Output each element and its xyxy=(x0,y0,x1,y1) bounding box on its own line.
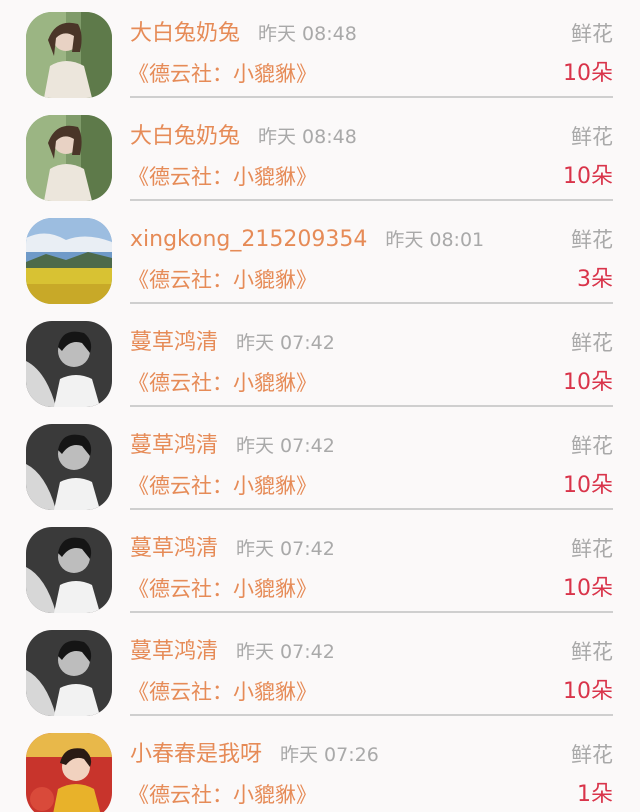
show-title: 《德云社：小貔貅》 xyxy=(128,268,317,292)
show-title: 《德云社：小貔貅》 xyxy=(128,62,317,86)
gift-type: 鲜花 xyxy=(571,22,613,46)
list-item[interactable]: 蔓草鸿清 昨天 07:42 鲜花 《德云社：小貔貅》 10朵 xyxy=(0,618,640,721)
timestamp: 昨天 08:01 xyxy=(385,229,485,251)
timestamp: 昨天 07:42 xyxy=(236,435,335,457)
gift-count: 10朵 xyxy=(563,679,613,704)
gift-count: 10朵 xyxy=(563,164,613,189)
timestamp: 昨天 07:26 xyxy=(280,744,379,766)
timestamp: 昨天 07:42 xyxy=(236,538,335,560)
avatar[interactable] xyxy=(26,115,112,201)
timestamp: 昨天 08:48 xyxy=(258,126,357,148)
gift-count: 10朵 xyxy=(563,61,613,86)
avatar[interactable] xyxy=(26,321,112,407)
list-item[interactable]: 大白兔奶兔 昨天 08:48 鲜花 《德云社：小貔貅》 10朵 xyxy=(0,0,640,103)
divider xyxy=(130,611,613,613)
user-name: 蔓草鸿清 昨天 07:42 xyxy=(130,536,335,561)
list-item[interactable]: 小春春是我呀 昨天 07:26 鲜花 《德云社：小貔貅》 1朵 xyxy=(0,721,640,812)
divider xyxy=(130,96,613,98)
gift-type: 鲜花 xyxy=(571,228,613,252)
avatar[interactable] xyxy=(26,630,112,716)
divider xyxy=(130,199,613,201)
gift-count: 10朵 xyxy=(563,370,613,395)
user-name: xingkong_215209354 昨天 08:01 xyxy=(130,227,485,252)
list-item[interactable]: 蔓草鸿清 昨天 07:42 鲜花 《德云社：小貔貅》 10朵 xyxy=(0,309,640,412)
gift-count: 1朵 xyxy=(577,782,613,807)
list-item[interactable]: xingkong_215209354 昨天 08:01 鲜花 《德云社：小貔貅》 … xyxy=(0,206,640,309)
user-name: 蔓草鸿清 昨天 07:42 xyxy=(130,330,335,355)
list-item[interactable]: 蔓草鸿清 昨天 07:42 鲜花 《德云社：小貔貅》 10朵 xyxy=(0,515,640,618)
timestamp: 昨天 07:42 xyxy=(236,332,335,354)
gift-record-list: 大白兔奶兔 昨天 08:48 鲜花 《德云社：小貔貅》 10朵 大白兔奶兔 昨天 0… xyxy=(0,0,640,812)
show-title: 《德云社：小貔貅》 xyxy=(128,371,317,395)
show-title: 《德云社：小貔貅》 xyxy=(128,680,317,704)
gift-type: 鲜花 xyxy=(571,640,613,664)
list-item[interactable]: 蔓草鸿清 昨天 07:42 鲜花 《德云社：小貔貅》 10朵 xyxy=(0,412,640,515)
show-title: 《德云社：小貔貅》 xyxy=(128,165,317,189)
gift-count: 10朵 xyxy=(563,576,613,601)
user-name: 小春春是我呀 昨天 07:26 xyxy=(130,742,379,767)
timestamp: 昨天 07:42 xyxy=(236,641,335,663)
show-title: 《德云社：小貔貅》 xyxy=(128,577,317,601)
user-name: 大白兔奶兔 昨天 08:48 xyxy=(130,21,357,46)
gift-count: 3朵 xyxy=(577,267,613,292)
user-name: 蔓草鸿清 昨天 07:42 xyxy=(130,639,335,664)
gift-type: 鲜花 xyxy=(571,743,613,767)
gift-count: 10朵 xyxy=(563,473,613,498)
avatar[interactable] xyxy=(26,733,112,812)
avatar[interactable] xyxy=(26,12,112,98)
user-name: 蔓草鸿清 昨天 07:42 xyxy=(130,433,335,458)
user-name: 大白兔奶兔 昨天 08:48 xyxy=(130,124,357,149)
gift-type: 鲜花 xyxy=(571,125,613,149)
avatar[interactable] xyxy=(26,218,112,304)
avatar[interactable] xyxy=(26,424,112,510)
gift-type: 鲜花 xyxy=(571,434,613,458)
divider xyxy=(130,405,613,407)
avatar[interactable] xyxy=(26,527,112,613)
gift-type: 鲜花 xyxy=(571,331,613,355)
divider xyxy=(130,508,613,510)
gift-type: 鲜花 xyxy=(571,537,613,561)
divider xyxy=(130,302,613,304)
divider xyxy=(130,714,613,716)
show-title: 《德云社：小貔貅》 xyxy=(128,474,317,498)
timestamp: 昨天 08:48 xyxy=(258,23,357,45)
show-title: 《德云社：小貔貅》 xyxy=(128,783,317,807)
list-item[interactable]: 大白兔奶兔 昨天 08:48 鲜花 《德云社：小貔貅》 10朵 xyxy=(0,103,640,206)
